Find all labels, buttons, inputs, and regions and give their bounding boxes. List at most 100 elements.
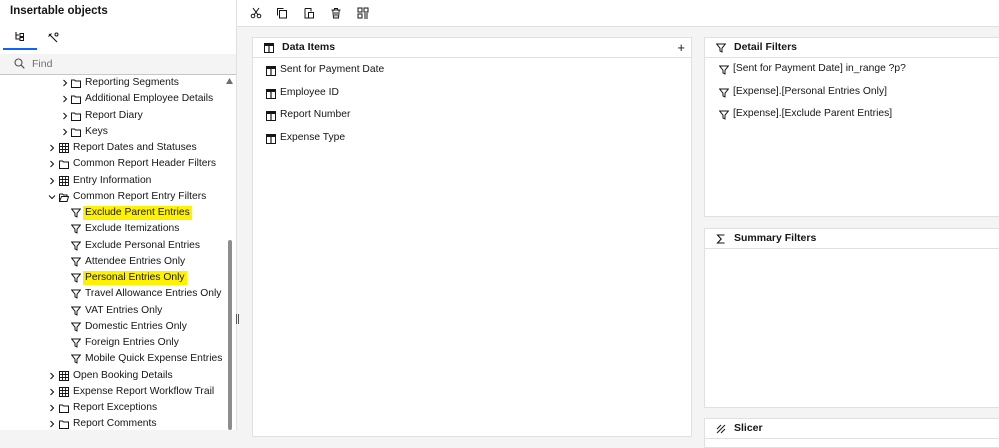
- tree-item-label: Common Report Header Filters: [73, 158, 217, 170]
- tree-item[interactable]: Exclude Parent Entries: [0, 205, 224, 221]
- data-items-pane: Data Items + Sent for Payment Date Employ…: [252, 37, 692, 437]
- tree-item[interactable]: Mobile Quick Expense Entries on: [0, 351, 224, 367]
- grid-icon: [357, 7, 369, 19]
- tree-item[interactable]: Expense Report Workflow Trail: [0, 384, 224, 400]
- cut-icon: [250, 7, 262, 19]
- folder-icon: [59, 419, 69, 430]
- search-box: [0, 54, 236, 75]
- tree-item-label: Report Comments: [73, 418, 157, 430]
- tree-item-label: Foreign Entries Only: [85, 337, 179, 348]
- filter-icon: [71, 241, 81, 251]
- detail-filters-pane: Detail Filters [Sent for Payment Date] i…: [704, 37, 999, 217]
- detail-filters-title: Detail Filters: [734, 41, 798, 53]
- filter-icon: [71, 322, 81, 332]
- paste-button[interactable]: [302, 6, 316, 20]
- tree-item[interactable]: Personal Entries Only: [0, 270, 224, 286]
- tree-item[interactable]: Exclude Itemizations: [0, 221, 224, 237]
- chevron-right-icon[interactable]: [61, 112, 69, 120]
- grid-button[interactable]: [356, 6, 370, 20]
- summary-filters-title: Summary Filters: [734, 232, 817, 244]
- tree-item[interactable]: Exclude Personal Entries: [0, 238, 224, 254]
- tree-item-label: Report Exceptions: [73, 402, 158, 413]
- data-item-icon: [266, 88, 276, 99]
- delete-icon: [330, 7, 342, 19]
- tree-item-label: Personal Entries Only: [83, 271, 187, 285]
- chevron-right-icon[interactable]: [48, 177, 56, 185]
- tree-item[interactable]: Foreign Entries Only: [0, 335, 224, 351]
- tree-item-label: Entry Information: [73, 174, 152, 186]
- chevron-right-icon[interactable]: [61, 128, 69, 136]
- insertable-objects-panel: Insertable objects Reporting Segments Add…: [0, 0, 236, 430]
- data-item-icon: [266, 133, 276, 144]
- data-item-header-icon: [264, 43, 274, 53]
- scroll-up-arrow-icon[interactable]: [226, 78, 233, 84]
- chevron-right-icon[interactable]: [61, 95, 69, 103]
- tree-item[interactable]: Additional Employee Details: [0, 91, 224, 107]
- tree-item-label: Keys: [85, 125, 108, 137]
- tree-item[interactable]: VAT Entries Only: [0, 303, 224, 319]
- tree-item[interactable]: Report Comments: [0, 416, 224, 430]
- cut-button[interactable]: [249, 6, 263, 20]
- copy-button[interactable]: [275, 6, 289, 20]
- tree-item[interactable]: Common Report Header Filters: [0, 156, 224, 172]
- filter-icon: [71, 273, 81, 283]
- data-item-label: Expense Type: [280, 131, 346, 143]
- chevron-right-icon[interactable]: [48, 160, 56, 168]
- chevron-right-icon[interactable]: [48, 372, 56, 380]
- tree-item[interactable]: Reporting Segments: [0, 75, 224, 91]
- scrollbar-thumb[interactable]: [228, 240, 232, 430]
- search-input[interactable]: [32, 56, 228, 72]
- chevron-right-icon[interactable]: [48, 404, 56, 412]
- chevron-right-icon[interactable]: [48, 420, 56, 428]
- data-item-icon: [266, 111, 276, 121]
- tree-item-label: Mobile Quick Expense Entries on: [85, 353, 224, 365]
- tree-item-label: Expense Report Workflow Trail: [73, 385, 215, 397]
- folder-icon: [71, 94, 81, 105]
- panel-splitter[interactable]: [236, 0, 237, 430]
- filter-icon: [719, 88, 729, 98]
- detail-filter-label: [Expense].[Personal Entries Only]: [733, 85, 887, 97]
- tree-item[interactable]: Report Diary: [0, 108, 224, 124]
- tree-item[interactable]: Domestic Entries Only: [0, 319, 224, 335]
- folder-icon: [71, 127, 81, 137]
- tree-item-label: Report Diary: [85, 109, 143, 121]
- filter-icon: [71, 208, 81, 218]
- delete-button[interactable]: [329, 6, 343, 20]
- filter-icon: [71, 338, 81, 348]
- chevron-down-icon[interactable]: [48, 193, 56, 201]
- tab-toolbox[interactable]: [36, 26, 70, 50]
- data-item-label: Report Number: [280, 109, 351, 120]
- tree-item[interactable]: Attendee Entries Only: [0, 254, 224, 270]
- tree-item-label: Common Report Entry Filters: [73, 190, 207, 202]
- tree-item[interactable]: Open Booking Details: [0, 368, 224, 384]
- tree-item[interactable]: Travel Allowance Entries Only: [0, 286, 224, 302]
- splitter-grip-icon[interactable]: [236, 314, 239, 324]
- add-data-item-button[interactable]: +: [677, 41, 685, 54]
- data-items-title: Data Items: [282, 41, 336, 53]
- detail-filter-label: [Sent for Payment Date] in_range ?p?: [733, 63, 906, 74]
- filter-icon: [716, 43, 726, 53]
- tree-item[interactable]: Entry Information: [0, 173, 224, 189]
- slicer-icon: [716, 424, 726, 434]
- tree-item-label: Exclude Personal Entries: [85, 239, 201, 251]
- data-item-label: Employee ID: [280, 86, 339, 98]
- table-icon: [59, 370, 69, 381]
- chevron-right-icon[interactable]: [48, 388, 56, 396]
- tree-item-label: Report Dates and Statuses: [73, 142, 197, 153]
- table-icon: [59, 175, 69, 186]
- panel-tabs: [0, 26, 236, 50]
- tree-item-label: Domestic Entries Only: [85, 320, 187, 332]
- source-tree: Reporting Segments Additional Employee De…: [0, 75, 224, 430]
- folder-icon: [59, 403, 69, 413]
- tree-item[interactable]: Report Dates and Statuses: [0, 140, 224, 156]
- tree-item[interactable]: Common Report Entry Filters: [0, 189, 224, 205]
- tree-item[interactable]: Report Exceptions: [0, 400, 224, 416]
- slicer-pane: Slicer: [704, 418, 999, 448]
- chevron-right-icon[interactable]: [48, 144, 56, 152]
- tree-item[interactable]: Keys: [0, 124, 224, 140]
- detail-filters-header: Detail Filters: [705, 38, 999, 58]
- toolbox-icon: [47, 32, 59, 44]
- tab-source[interactable]: [3, 26, 37, 50]
- chevron-right-icon[interactable]: [61, 79, 69, 87]
- filter-icon: [71, 257, 81, 267]
